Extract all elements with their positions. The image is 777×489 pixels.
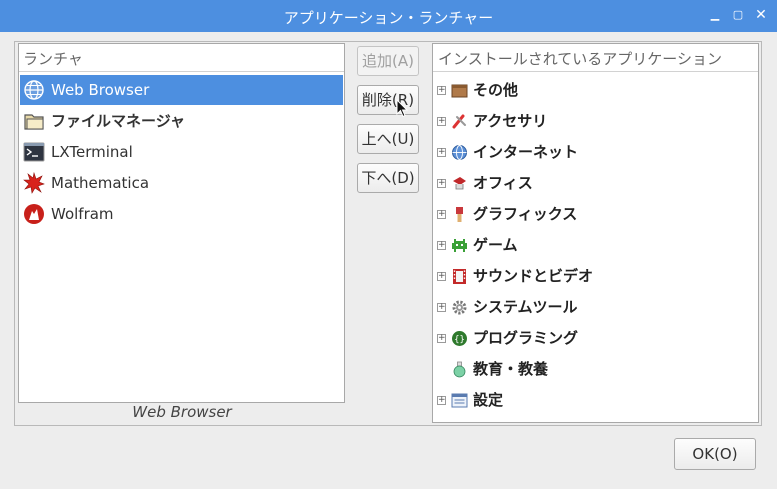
launcher-list[interactable]: ランチャ Web Browser ファイルマネージャ LXTerminal Ma… [18,43,345,403]
category-label: グラフィックス [473,205,578,223]
launcher-item-label: Wolfram [51,205,114,223]
expand-icon[interactable]: + [437,272,446,281]
category-label: 設定 [473,391,504,409]
expand-icon[interactable]: + [437,148,446,157]
launcher-item-file-manager[interactable]: ファイルマネージャ [20,106,343,136]
mouse-cursor-icon [396,99,409,118]
move-down-button[interactable]: 下へ(D) [357,163,419,193]
expand-icon[interactable]: + [437,303,446,312]
window-title: アプリケーション・ランチャー [283,9,494,27]
add-button[interactable]: 追加(A) [357,46,419,76]
expand-icon[interactable]: + [437,334,446,343]
category-label: システムツール [473,298,578,316]
category-label: アクセサリ [473,112,548,130]
minimize-icon[interactable]: ▁ [706,6,724,24]
wolfram-icon [24,204,44,224]
settings-icon [451,393,468,408]
category-graphics[interactable]: + グラフィックス [434,199,757,230]
category-label: その他 [473,81,519,99]
expand-icon[interactable]: + [437,117,446,126]
category-sound-video[interactable]: + サウンドとビデオ [434,261,757,292]
film-icon [453,269,466,284]
expand-icon[interactable]: + [437,179,446,188]
office-icon [453,177,466,190]
launcher-item-wolfram[interactable]: Wolfram [20,199,343,229]
launcher-item-label: Mathematica [51,174,150,192]
move-up-button[interactable]: 上へ(U) [357,124,419,154]
globe-icon [452,145,467,160]
expand-icon[interactable]: + [437,241,446,250]
launcher-item-label: ファイルマネージャ [51,112,185,130]
launcher-dialog: アプリケーション・ランチャー ▁ ▢ ✕ ランチャ Web Browser ファ… [0,0,777,489]
category-label: インターネット [473,143,579,161]
category-internet[interactable]: + インターネット [434,137,757,168]
accessories-icon [452,114,466,129]
launcher-item-label: Web Browser [51,81,150,99]
category-office[interactable]: + オフィス [434,168,757,199]
category-settings[interactable]: + 設定 [434,385,757,416]
title-bar[interactable]: アプリケーション・ランチャー ▁ ▢ ✕ [0,0,777,32]
ok-button[interactable]: OK(O) [674,438,756,470]
category-label: ゲーム [473,236,518,254]
mathematica-icon [23,172,45,194]
game-icon [452,239,467,252]
category-education[interactable]: 教育・教養 [434,354,757,385]
category-label: サウンドとビデオ [473,267,594,285]
expand-icon[interactable]: + [437,396,446,405]
category-system-tools[interactable]: + システムツール [434,292,757,323]
launcher-item-label: LXTerminal [51,143,133,161]
globe-icon [24,80,44,100]
brush-icon [456,207,463,222]
category-programming[interactable]: + {} プログラミング [434,323,757,354]
launcher-list-header: ランチャ [19,44,344,72]
gear-icon [452,300,467,315]
category-other[interactable]: + その他 [434,75,757,106]
flask-icon [453,361,466,378]
folder-icon [24,114,44,130]
category-label: 教育・教養 [473,360,549,378]
launcher-item-mathematica[interactable]: Mathematica [20,168,343,198]
launcher-item-lxterminal[interactable]: LXTerminal [20,137,343,167]
expand-icon[interactable]: + [437,210,446,219]
terminal-icon [23,142,45,162]
close-icon[interactable]: ✕ [752,6,770,24]
remove-button[interactable]: 削除(R) [357,85,419,115]
category-label: プログラミング [473,329,579,347]
programming-icon: {} [452,331,467,346]
installed-apps-header: インストールされているアプリケーション [433,44,758,72]
category-games[interactable]: + ゲーム [434,230,757,261]
expand-icon[interactable]: + [437,86,446,95]
selected-item-caption: Web Browser [132,403,232,421]
category-label: オフィス [473,174,533,192]
box-icon [451,84,468,98]
launcher-item-web-browser[interactable]: Web Browser [20,75,343,105]
svg-text:{}: {} [454,335,465,345]
maximize-icon[interactable]: ▢ [729,6,747,24]
installed-apps-tree[interactable]: インストールされているアプリケーション + その他 + アクセサリ + インター… [432,43,759,423]
category-accessories[interactable]: + アクセサリ [434,106,757,137]
